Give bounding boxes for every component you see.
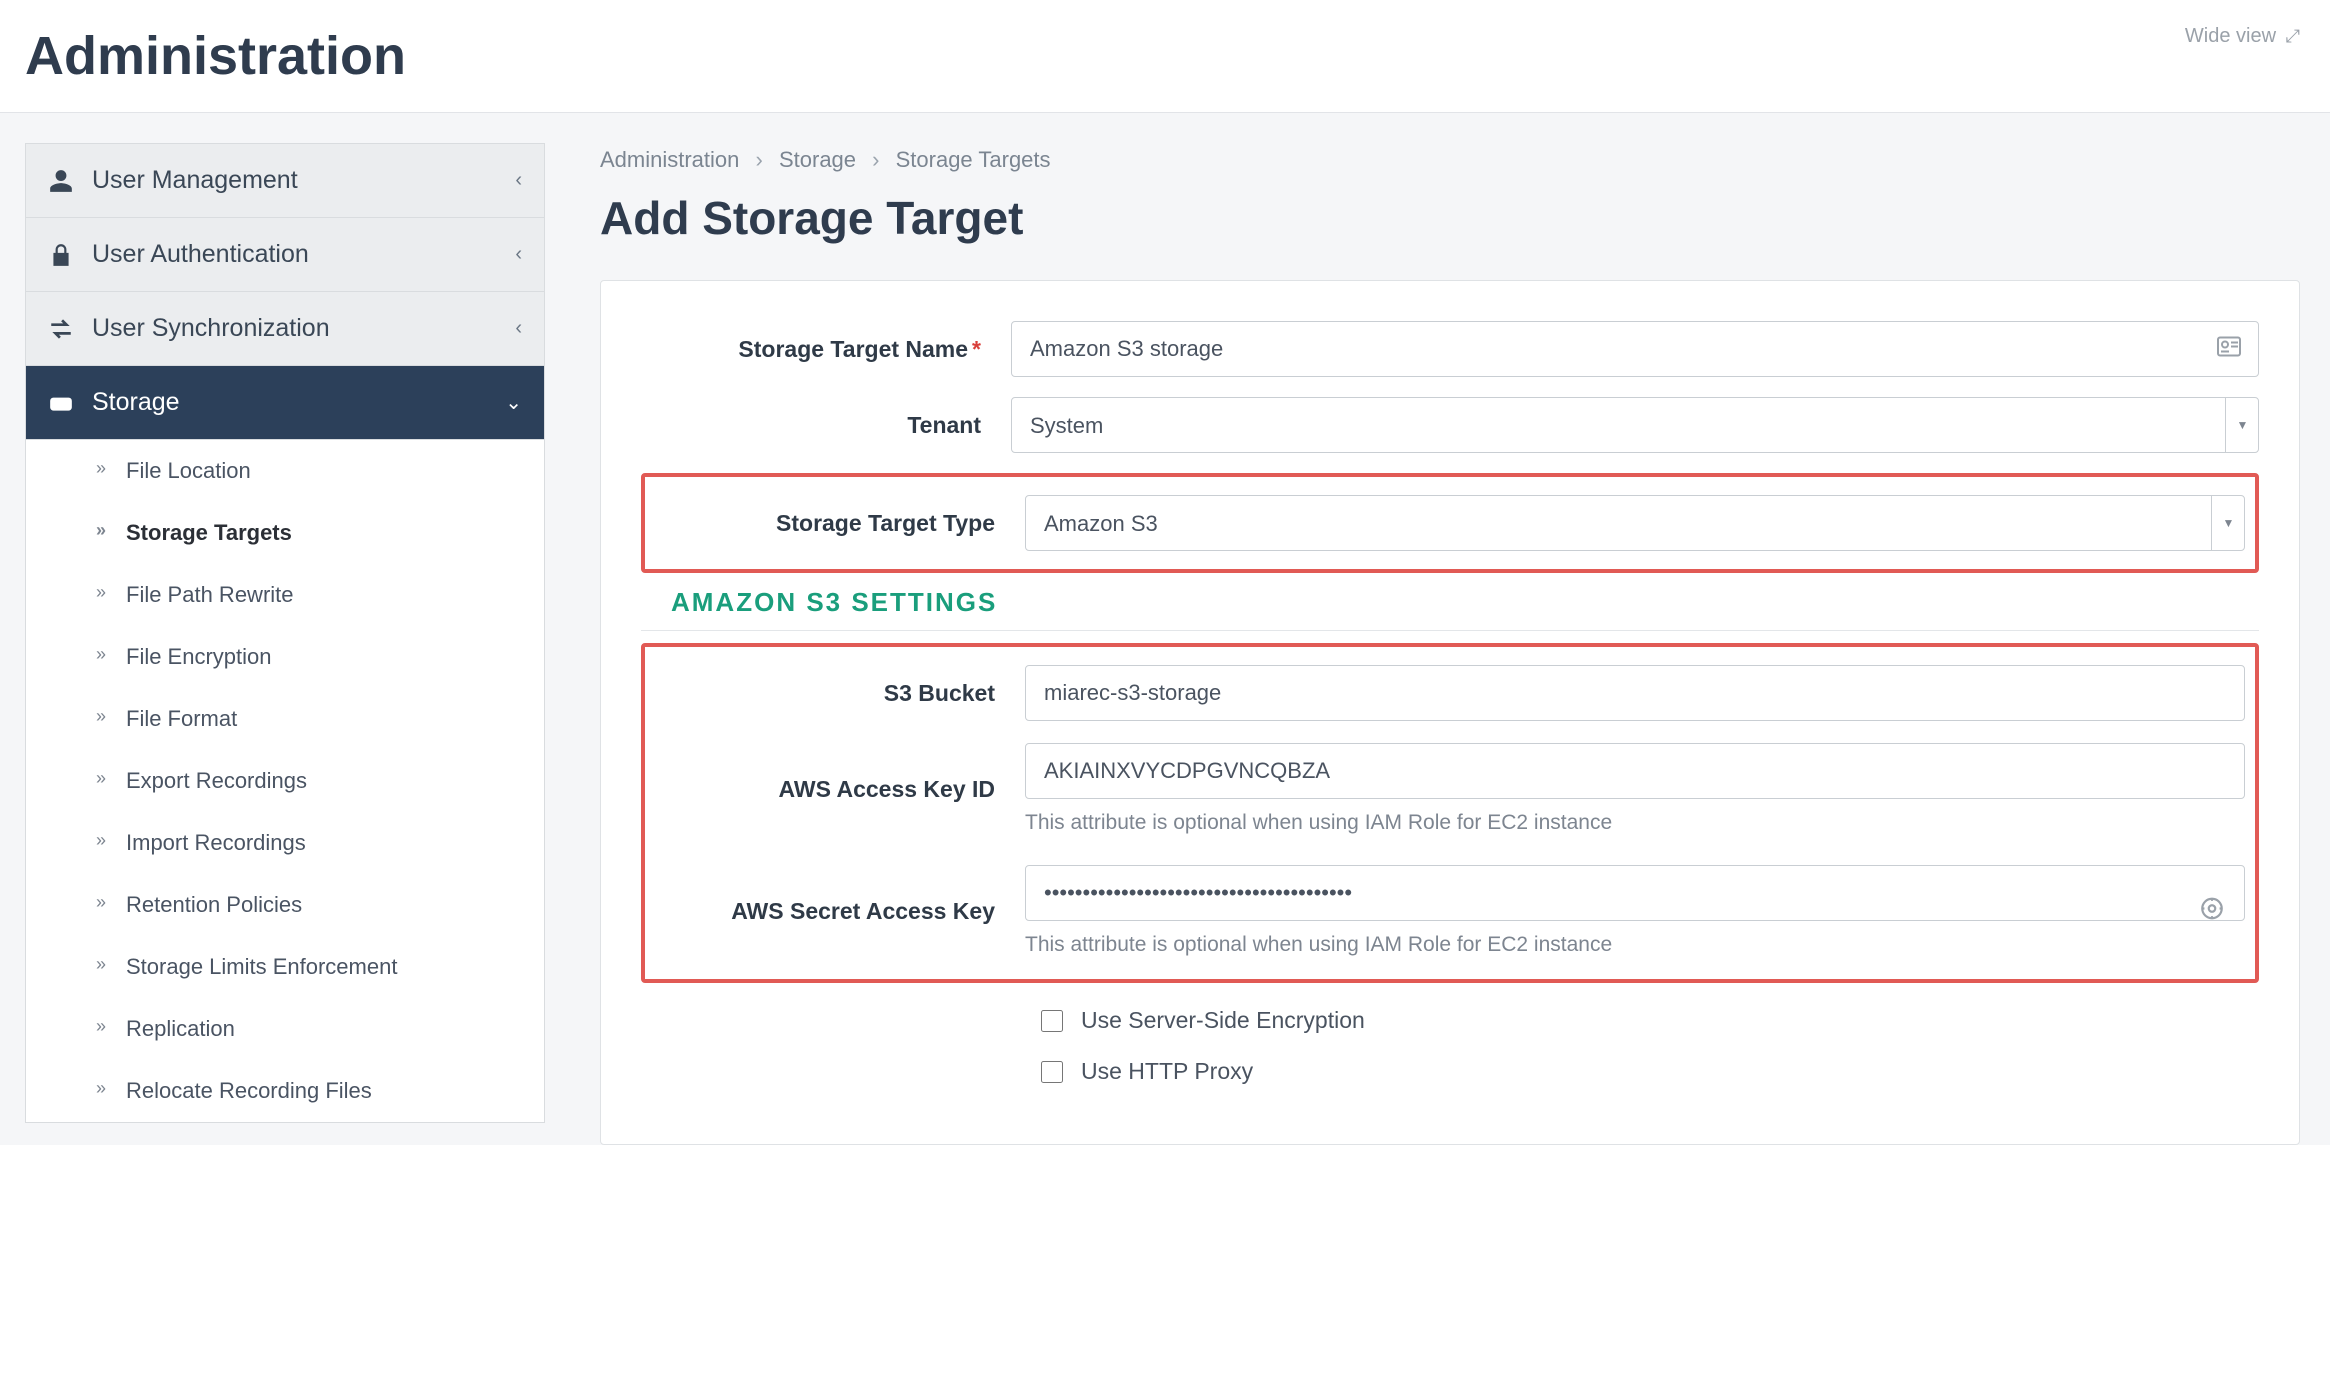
disk-icon [48,390,74,416]
label-storage-target-name: Storage Target Name* [641,336,1011,363]
sidebar-group-label: Storage [92,388,180,417]
sidebar-group-label: User Management [92,166,298,195]
section-title-s3-settings: AMAZON S3 SETTINGS [671,587,2259,618]
breadcrumb-storage[interactable]: Storage [779,147,856,172]
form-card: Storage Target Name* Tenant System ▼ [600,280,2300,1145]
chevron-left-icon: ‹ [515,169,522,192]
hint-secret-key: This attribute is optional when using IA… [1025,933,2245,957]
sidebar-group-label: User Authentication [92,240,309,269]
label-tenant: Tenant [641,412,1011,439]
label-http-proxy: Use HTTP Proxy [1081,1058,1253,1085]
label-aws-secret-key: AWS Secret Access Key [655,898,1025,925]
sidebar-item-file-format[interactable]: File Format [26,688,544,750]
highlight-storage-type: Storage Target Type Amazon S3 ▼ [641,473,2259,573]
reveal-password-icon[interactable] [2199,896,2225,927]
highlight-s3-settings: S3 Bucket AWS Access Key ID This attribu… [641,643,2259,983]
sidebar-item-storage-targets[interactable]: Storage Targets [26,502,544,564]
breadcrumb-separator: › [756,147,763,172]
sidebar-item-file-location[interactable]: File Location [26,440,544,502]
wide-view-toggle[interactable]: Wide view ⤢ [2185,25,2300,48]
input-storage-target-name[interactable] [1011,321,2259,377]
main-content: Administration › Storage › Storage Targe… [545,143,2305,1145]
input-aws-access-key[interactable] [1025,743,2245,799]
input-s3-bucket[interactable] [1025,665,2245,721]
label-s3-bucket: S3 Bucket [655,680,1025,707]
select-tenant[interactable]: System [1011,397,2259,453]
chevron-down-icon: ⌄ [505,390,522,415]
label-aws-access-key: AWS Access Key ID [655,776,1025,803]
page-title: Administration [25,25,406,87]
select-storage-target-type[interactable]: Amazon S3 [1025,495,2245,551]
required-asterisk: * [972,336,981,362]
breadcrumb: Administration › Storage › Storage Targe… [600,147,2300,173]
sidebar-item-export-recordings[interactable]: Export Recordings [26,750,544,812]
checkbox-http-proxy[interactable] [1041,1061,1063,1083]
hint-access-key: This attribute is optional when using IA… [1025,811,2245,835]
lock-icon [48,242,74,268]
checkbox-sse[interactable] [1041,1010,1063,1032]
sidebar-item-file-path-rewrite[interactable]: File Path Rewrite [26,564,544,626]
input-aws-secret-key[interactable] [1025,865,2245,921]
sidebar: User Management ‹ User Authentication ‹ [25,143,545,1145]
sidebar-group-user-authentication[interactable]: User Authentication ‹ [26,217,544,291]
label-storage-target-type: Storage Target Type [655,510,1025,537]
sidebar-group-storage[interactable]: Storage ⌄ [26,365,544,439]
user-icon [48,168,74,194]
breadcrumb-separator: › [872,147,879,172]
sidebar-item-import-recordings[interactable]: Import Recordings [26,812,544,874]
sidebar-group-user-synchronization[interactable]: User Synchronization ‹ [26,291,544,365]
label-sse: Use Server-Side Encryption [1081,1007,1365,1034]
sidebar-item-retention-policies[interactable]: Retention Policies [26,874,544,936]
sidebar-item-relocate-recording-files[interactable]: Relocate Recording Files [26,1060,544,1122]
chevron-left-icon: ‹ [515,317,522,340]
wide-view-label: Wide view [2185,25,2276,47]
expand-icon: ⤢ [2286,26,2300,46]
sidebar-item-storage-limits[interactable]: Storage Limits Enforcement [26,936,544,998]
id-card-icon [2217,337,2241,362]
chevron-left-icon: ‹ [515,243,522,266]
sidebar-submenu-storage: File Location Storage Targets File Path … [25,440,545,1123]
breadcrumb-administration[interactable]: Administration [600,147,739,172]
sidebar-group-label: User Synchronization [92,314,330,343]
sidebar-group-user-management[interactable]: User Management ‹ [26,144,544,217]
sidebar-item-file-encryption[interactable]: File Encryption [26,626,544,688]
sync-icon [48,316,74,342]
sidebar-item-replication[interactable]: Replication [26,998,544,1060]
breadcrumb-storage-targets[interactable]: Storage Targets [896,147,1051,172]
section-divider [641,630,2259,631]
main-title: Add Storage Target [600,191,2300,245]
